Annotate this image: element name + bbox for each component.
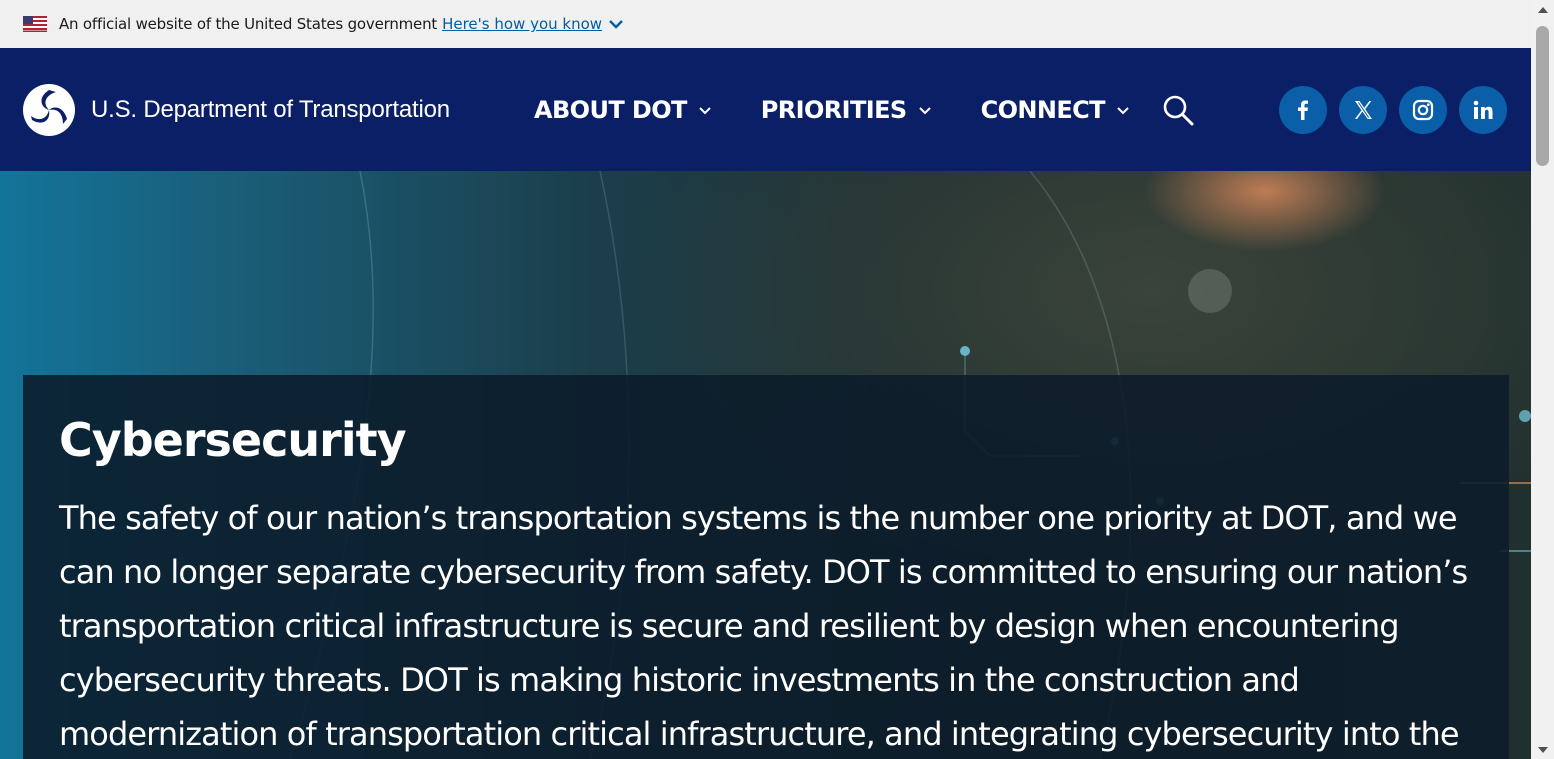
- instagram-icon: [1412, 99, 1434, 121]
- dot-logo-icon: [23, 83, 75, 136]
- intro-paragraph: The safety of our nation’s transportatio…: [59, 499, 1468, 753]
- linkedin-icon: [1473, 100, 1493, 119]
- nav-priorities-label: PRIORITIES: [760, 95, 907, 124]
- nav-about-dot[interactable]: ABOUT DOT: [534, 96, 713, 124]
- home-logo-link[interactable]: U.S. Department of Transportation: [22, 83, 450, 137]
- scroll-up-arrow-icon[interactable]: [1531, 0, 1554, 18]
- scrollbar-thumb[interactable]: [1536, 26, 1549, 166]
- main-nav: ABOUT DOT PRIORITIES CONNECT: [534, 48, 1179, 171]
- gov-banner: An official website of the United States…: [0, 0, 1531, 48]
- us-flag-icon: [23, 16, 47, 32]
- chevron-down-icon: [918, 106, 931, 114]
- site-header: U.S. Department of Transportation ABOUT …: [0, 48, 1531, 171]
- site-title: U.S. Department of Transportation: [91, 95, 450, 123]
- scroll-down-arrow-icon[interactable]: [1531, 741, 1554, 759]
- page-title: Cybersecurity: [59, 413, 407, 467]
- chevron-down-icon: [1117, 106, 1129, 114]
- chevron-down-icon: [699, 106, 711, 114]
- search-icon[interactable]: [1162, 94, 1194, 126]
- hero-section: Cybersecurity The safety of our nation’s…: [0, 171, 1531, 759]
- heres-how-you-know-link[interactable]: Here's how you know: [442, 15, 602, 33]
- facebook-icon: [1298, 100, 1308, 120]
- nav-about-dot-label: ABOUT DOT: [534, 95, 687, 124]
- gov-banner-text: An official website of the United States…: [59, 15, 438, 33]
- chevron-down-icon[interactable]: [608, 16, 624, 32]
- linkedin-link[interactable]: [1459, 86, 1507, 134]
- facebook-link[interactable]: [1279, 86, 1327, 134]
- x-icon: [1355, 101, 1372, 119]
- nav-connect[interactable]: CONNECT: [981, 96, 1131, 124]
- intro-content-box: Cybersecurity The safety of our nation’s…: [23, 375, 1509, 759]
- nav-priorities[interactable]: PRIORITIES: [761, 96, 933, 124]
- instagram-link[interactable]: [1399, 86, 1447, 134]
- x-link[interactable]: [1339, 86, 1387, 134]
- page-scrollbar[interactable]: [1531, 0, 1554, 759]
- nav-connect-label: CONNECT: [980, 95, 1106, 124]
